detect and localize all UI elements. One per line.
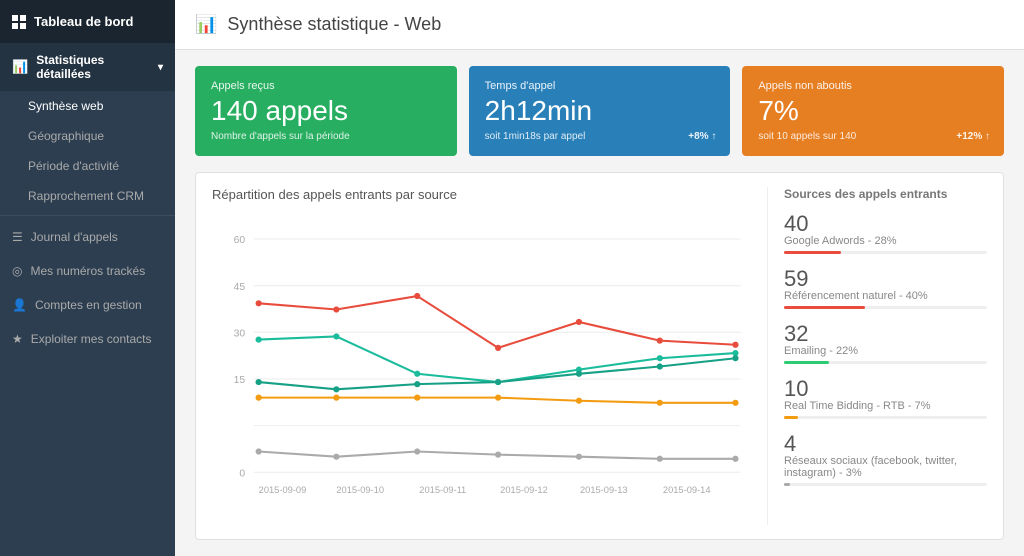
- sidebar-header-label: Tableau de bord: [34, 14, 133, 29]
- sidebar-item-synthese-web[interactable]: Synthèse web: [0, 91, 175, 121]
- sub-label: Rapprochement CRM: [28, 189, 144, 203]
- kpi-value: 140 appels: [211, 96, 441, 127]
- sidebar-item-label: Statistiques détaillées: [36, 53, 150, 81]
- kpi-sub: soit 10 appels sur 140: [758, 131, 988, 142]
- line-chart-svg: 60 45 30 15 0 2015-09-09 2015-09-10 2015…: [212, 212, 751, 525]
- sources-title: Sources des appels entrants: [784, 187, 987, 201]
- list-icon: ☰: [12, 230, 23, 244]
- svg-text:15: 15: [234, 375, 246, 386]
- kpi-label: Temps d'appel: [485, 80, 715, 92]
- kpi-appels-recus: Appels reçus 140 appels Nombre d'appels …: [195, 66, 457, 156]
- kpi-row: Appels reçus 140 appels Nombre d'appels …: [175, 50, 1024, 172]
- kpi-badge: +12% ↑: [956, 131, 990, 142]
- users-icon: 👤: [12, 298, 27, 312]
- kpi-badge: +8% ↑: [688, 131, 716, 142]
- chart-section: Répartition des appels entrants par sour…: [195, 172, 1004, 540]
- source-bar: [784, 251, 841, 254]
- sidebar-item-label: Exploiter mes contacts: [31, 332, 152, 346]
- sidebar-item-periode[interactable]: Période d'activité: [0, 151, 175, 181]
- source-number: 10: [784, 378, 987, 400]
- sidebar-item-statistiques[interactable]: 📊 Statistiques détaillées ▾: [0, 43, 175, 91]
- kpi-sub: soit 1min18s par appel: [485, 131, 715, 142]
- chart-icon: 📊: [12, 59, 28, 75]
- source-item-social: 4 Réseaux sociaux (facebook, twitter, in…: [784, 433, 987, 486]
- page-title: Synthèse statistique - Web: [227, 14, 441, 35]
- sidebar-item-comptes[interactable]: 👤 Comptes en gestion: [0, 288, 175, 322]
- chart-title: Répartition des appels entrants par sour…: [212, 187, 751, 202]
- sidebar-item-rapprochement[interactable]: Rapprochement CRM: [0, 181, 175, 211]
- sidebar-item-contacts[interactable]: ★ Exploiter mes contacts: [0, 322, 175, 356]
- source-bar: [784, 361, 829, 364]
- source-item-emailing: 32 Emailing - 22%: [784, 323, 987, 364]
- source-item-naturel: 59 Référencement naturel - 40%: [784, 268, 987, 309]
- kpi-label: Appels non aboutis: [758, 80, 988, 92]
- source-label: Réseaux sociaux (facebook, twitter, inst…: [784, 455, 987, 479]
- sidebar-item-geographique[interactable]: Géographique: [0, 121, 175, 151]
- kpi-appels-non-aboutis: Appels non aboutis 7% soit 10 appels sur…: [742, 66, 1004, 156]
- chart-container: 60 45 30 15 0 2015-09-09 2015-09-10 2015…: [212, 212, 751, 525]
- source-label: Real Time Bidding - RTB - 7%: [784, 400, 987, 412]
- source-number: 40: [784, 213, 987, 235]
- kpi-value: 2h12min: [485, 96, 715, 127]
- grid-icon: [12, 15, 26, 29]
- sub-label: Période d'activité: [28, 159, 119, 173]
- source-bar-bg: [784, 251, 987, 254]
- source-bar-bg: [784, 416, 987, 419]
- svg-text:30: 30: [234, 328, 246, 339]
- svg-text:2015-09-13: 2015-09-13: [580, 485, 628, 495]
- svg-text:0: 0: [239, 468, 245, 479]
- sidebar: Tableau de bord 📊 Statistiques détaillée…: [0, 0, 175, 556]
- source-item-adwords: 40 Google Adwords - 28%: [784, 213, 987, 254]
- source-label: Emailing - 22%: [784, 345, 987, 357]
- sidebar-item-journal[interactable]: ☰ Journal d'appels: [0, 220, 175, 254]
- main-content: 📊 Synthèse statistique - Web Appels reçu…: [175, 0, 1024, 556]
- svg-text:45: 45: [234, 282, 246, 293]
- source-number: 32: [784, 323, 987, 345]
- chart-bar-icon: 📊: [195, 14, 217, 35]
- kpi-label: Appels reçus: [211, 80, 441, 92]
- source-number: 4: [784, 433, 987, 455]
- svg-text:60: 60: [234, 235, 246, 246]
- svg-text:2015-09-11: 2015-09-11: [419, 485, 466, 495]
- kpi-value: 7%: [758, 96, 988, 127]
- divider: [0, 215, 175, 216]
- source-label: Google Adwords - 28%: [784, 235, 987, 247]
- svg-text:2015-09-09: 2015-09-09: [259, 485, 307, 495]
- sub-label: Synthèse web: [28, 99, 103, 113]
- source-bar: [784, 416, 798, 419]
- kpi-sub: Nombre d'appels sur la période: [211, 131, 441, 142]
- sub-label: Géographique: [28, 129, 104, 143]
- source-bar-bg: [784, 361, 987, 364]
- main-header: 📊 Synthèse statistique - Web: [175, 0, 1024, 50]
- source-bar: [784, 483, 790, 486]
- source-number: 59: [784, 268, 987, 290]
- sources-panel: Sources des appels entrants 40 Google Ad…: [767, 187, 987, 525]
- chevron-icon: ▾: [158, 62, 163, 73]
- svg-text:2015-09-12: 2015-09-12: [500, 485, 548, 495]
- source-bar: [784, 306, 865, 309]
- svg-text:2015-09-14: 2015-09-14: [663, 485, 711, 495]
- source-bar-bg: [784, 483, 987, 486]
- sidebar-item-label: Mes numéros trackés: [30, 264, 145, 278]
- kpi-temps-appel: Temps d'appel 2h12min soit 1min18s par a…: [469, 66, 731, 156]
- svg-text:2015-09-10: 2015-09-10: [336, 485, 384, 495]
- sidebar-item-label: Comptes en gestion: [35, 298, 142, 312]
- star-icon: ★: [12, 332, 23, 346]
- sidebar-item-numeros[interactable]: ◎ Mes numéros trackés: [0, 254, 175, 288]
- sidebar-header[interactable]: Tableau de bord: [0, 0, 175, 43]
- source-label: Référencement naturel - 40%: [784, 290, 987, 302]
- chart-area: Répartition des appels entrants par sour…: [212, 187, 751, 525]
- target-icon: ◎: [12, 264, 22, 278]
- source-bar-bg: [784, 306, 987, 309]
- source-item-rtb: 10 Real Time Bidding - RTB - 7%: [784, 378, 987, 419]
- sidebar-item-label: Journal d'appels: [31, 230, 118, 244]
